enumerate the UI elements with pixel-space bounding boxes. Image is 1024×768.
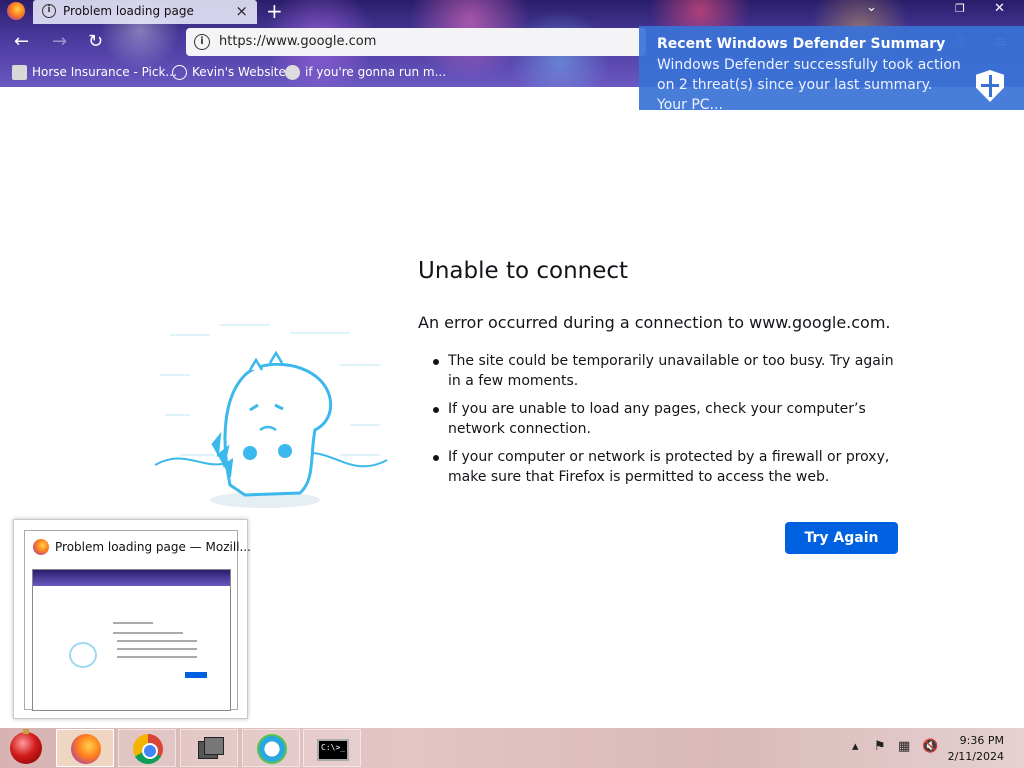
try-again-button[interactable]: Try Again [785, 522, 898, 554]
bookmark-kevins-website[interactable]: Kevin's Website [172, 65, 286, 80]
clock-time: 9:36 PM [959, 734, 1004, 747]
taskbar-edge[interactable] [242, 729, 300, 767]
close-window-icon[interactable]: ✕ [994, 1, 1005, 16]
firefox-menu-icon[interactable] [7, 2, 25, 20]
address-bar[interactable]: i https://www.google.com [186, 28, 646, 56]
thumb-chrome [33, 570, 230, 586]
action-center-icon[interactable]: ⚑ [874, 739, 886, 754]
url-text: https://www.google.com [219, 34, 377, 49]
preview-frame: Problem loading page — Mozill... [24, 530, 251, 711]
taskbar-cmd[interactable]: C:\>_ [303, 729, 361, 767]
bookmark-favicon-icon [285, 65, 300, 80]
thumb-line [113, 622, 153, 624]
thumb-line [117, 640, 197, 642]
notification-title: Recent Windows Defender Summary [657, 36, 946, 52]
info-icon: i [42, 4, 56, 18]
bookmark-run-m[interactable]: if you're gonna run m... [285, 65, 447, 80]
edge-icon [257, 734, 287, 764]
bookmark-label: Horse Insurance - Pick... [32, 65, 177, 79]
clock-date: 2/11/2024 [947, 750, 1004, 763]
bookmarks-toolbar: Horse Insurance - Pick... Kevin's Websit… [0, 60, 640, 86]
firefox-icon [71, 734, 101, 764]
cmd-icon: C:\>_ [317, 739, 349, 761]
bookmark-horse-insurance[interactable]: Horse Insurance - Pick... [12, 65, 177, 80]
taskbar-task-view[interactable] [180, 729, 238, 767]
back-button[interactable]: ← [14, 31, 29, 52]
thumb-line [113, 632, 183, 634]
site-info-icon[interactable]: i [194, 34, 210, 50]
tab-problem-loading[interactable]: i Problem loading page × [33, 0, 257, 24]
task-view-icon [195, 734, 225, 764]
thumb-dino [69, 642, 97, 668]
list-item: If your computer or network is protected… [430, 447, 900, 487]
volume-muted-icon[interactable]: 🔇 [922, 739, 938, 754]
error-suggestions: The site could be temporarily unavailabl… [430, 351, 900, 495]
chrome-icon [133, 734, 163, 764]
thumb-line [117, 656, 197, 658]
start-button[interactable] [10, 729, 42, 764]
restore-window-icon[interactable]: ❐ [955, 2, 965, 15]
reload-button[interactable]: ↻ [88, 31, 103, 52]
list-item: The site could be temporarily unavailabl… [430, 351, 900, 391]
taskbar-chrome[interactable] [118, 729, 176, 767]
bookmark-label: Kevin's Website [192, 65, 286, 79]
preview-thumbnail [32, 569, 231, 711]
close-tab-icon[interactable]: × [235, 0, 248, 22]
list-all-tabs-icon[interactable]: ⌄ [866, 0, 877, 15]
error-title: Unable to connect [418, 258, 629, 284]
tab-title: Problem loading page [63, 4, 194, 18]
globe-icon [172, 65, 187, 80]
new-tab-button[interactable]: + [266, 0, 283, 23]
taskbar: C:\>_ ▴ ⚑ ▦ 🔇 9:36 PM 2/11/2024 [0, 728, 1024, 768]
tab-bar: i Problem loading page × + ⌄ ❐ ✕ [0, 0, 1024, 24]
disconnected-dino-illustration [154, 324, 388, 508]
show-hidden-icons[interactable]: ▴ [852, 739, 859, 754]
defender-notification[interactable]: Recent Windows Defender Summary Windows … [639, 26, 1024, 113]
thumb-button [185, 672, 207, 678]
notification-body: Windows Defender successfully took actio… [657, 57, 961, 113]
network-icon[interactable]: ▦ [898, 739, 910, 754]
shield-icon [976, 70, 1004, 102]
clock[interactable]: 9:36 PM 2/11/2024 [948, 733, 1004, 765]
list-item: If you are unable to load any pages, che… [430, 399, 900, 439]
bookmark-label: if you're gonna run m... [305, 65, 447, 79]
bookmark-favicon-icon [12, 65, 27, 80]
thumb-line [117, 648, 197, 650]
preview-title: Problem loading page — Mozill... [55, 540, 251, 554]
error-description: An error occurred during a connection to… [418, 313, 891, 332]
firefox-icon [33, 539, 49, 555]
taskbar-thumbnail-preview[interactable]: Problem loading page — Mozill... [13, 519, 251, 719]
taskbar-firefox[interactable] [56, 729, 114, 767]
forward-button[interactable]: → [52, 31, 67, 52]
